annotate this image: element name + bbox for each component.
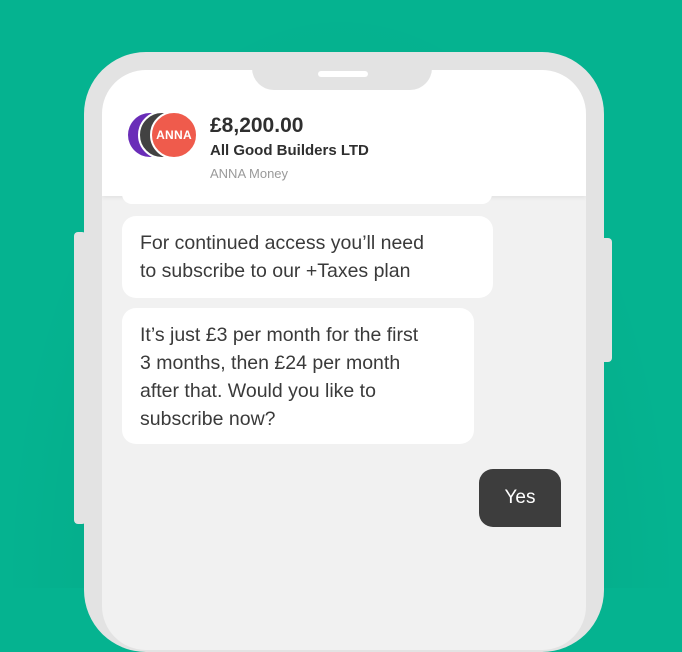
message-line: For continued access you’ll need — [140, 232, 424, 254]
avatar-stack: ANNA — [128, 111, 198, 161]
message-line: It’s just £3 per month for the first — [140, 324, 419, 346]
message-bubble: It’s just £3 per month for the first 3 m… — [122, 308, 474, 444]
phone-speaker — [318, 71, 368, 77]
message-line: 3 months, then £24 per month — [140, 352, 401, 374]
payment-amount: £8,200.00 — [210, 114, 304, 137]
anna-logo-avatar: ANNA — [150, 111, 198, 159]
sender-name: ANNA Money — [210, 166, 289, 181]
message-line: subscribe now? — [140, 408, 276, 430]
message-bubble: For continued access you’ll need to subs… — [122, 216, 493, 298]
yes-reply-button[interactable]: Yes — [479, 469, 561, 527]
chat-screen: ANNA £8,200.00 All Good Builders LTD ANN… — [102, 70, 586, 650]
previous-message-bubble — [122, 188, 492, 204]
company-name: All Good Builders LTD — [210, 142, 369, 159]
message-line: to subscribe to our +Taxes plan — [140, 260, 411, 282]
message-line: after that. Would you like to — [140, 380, 376, 402]
